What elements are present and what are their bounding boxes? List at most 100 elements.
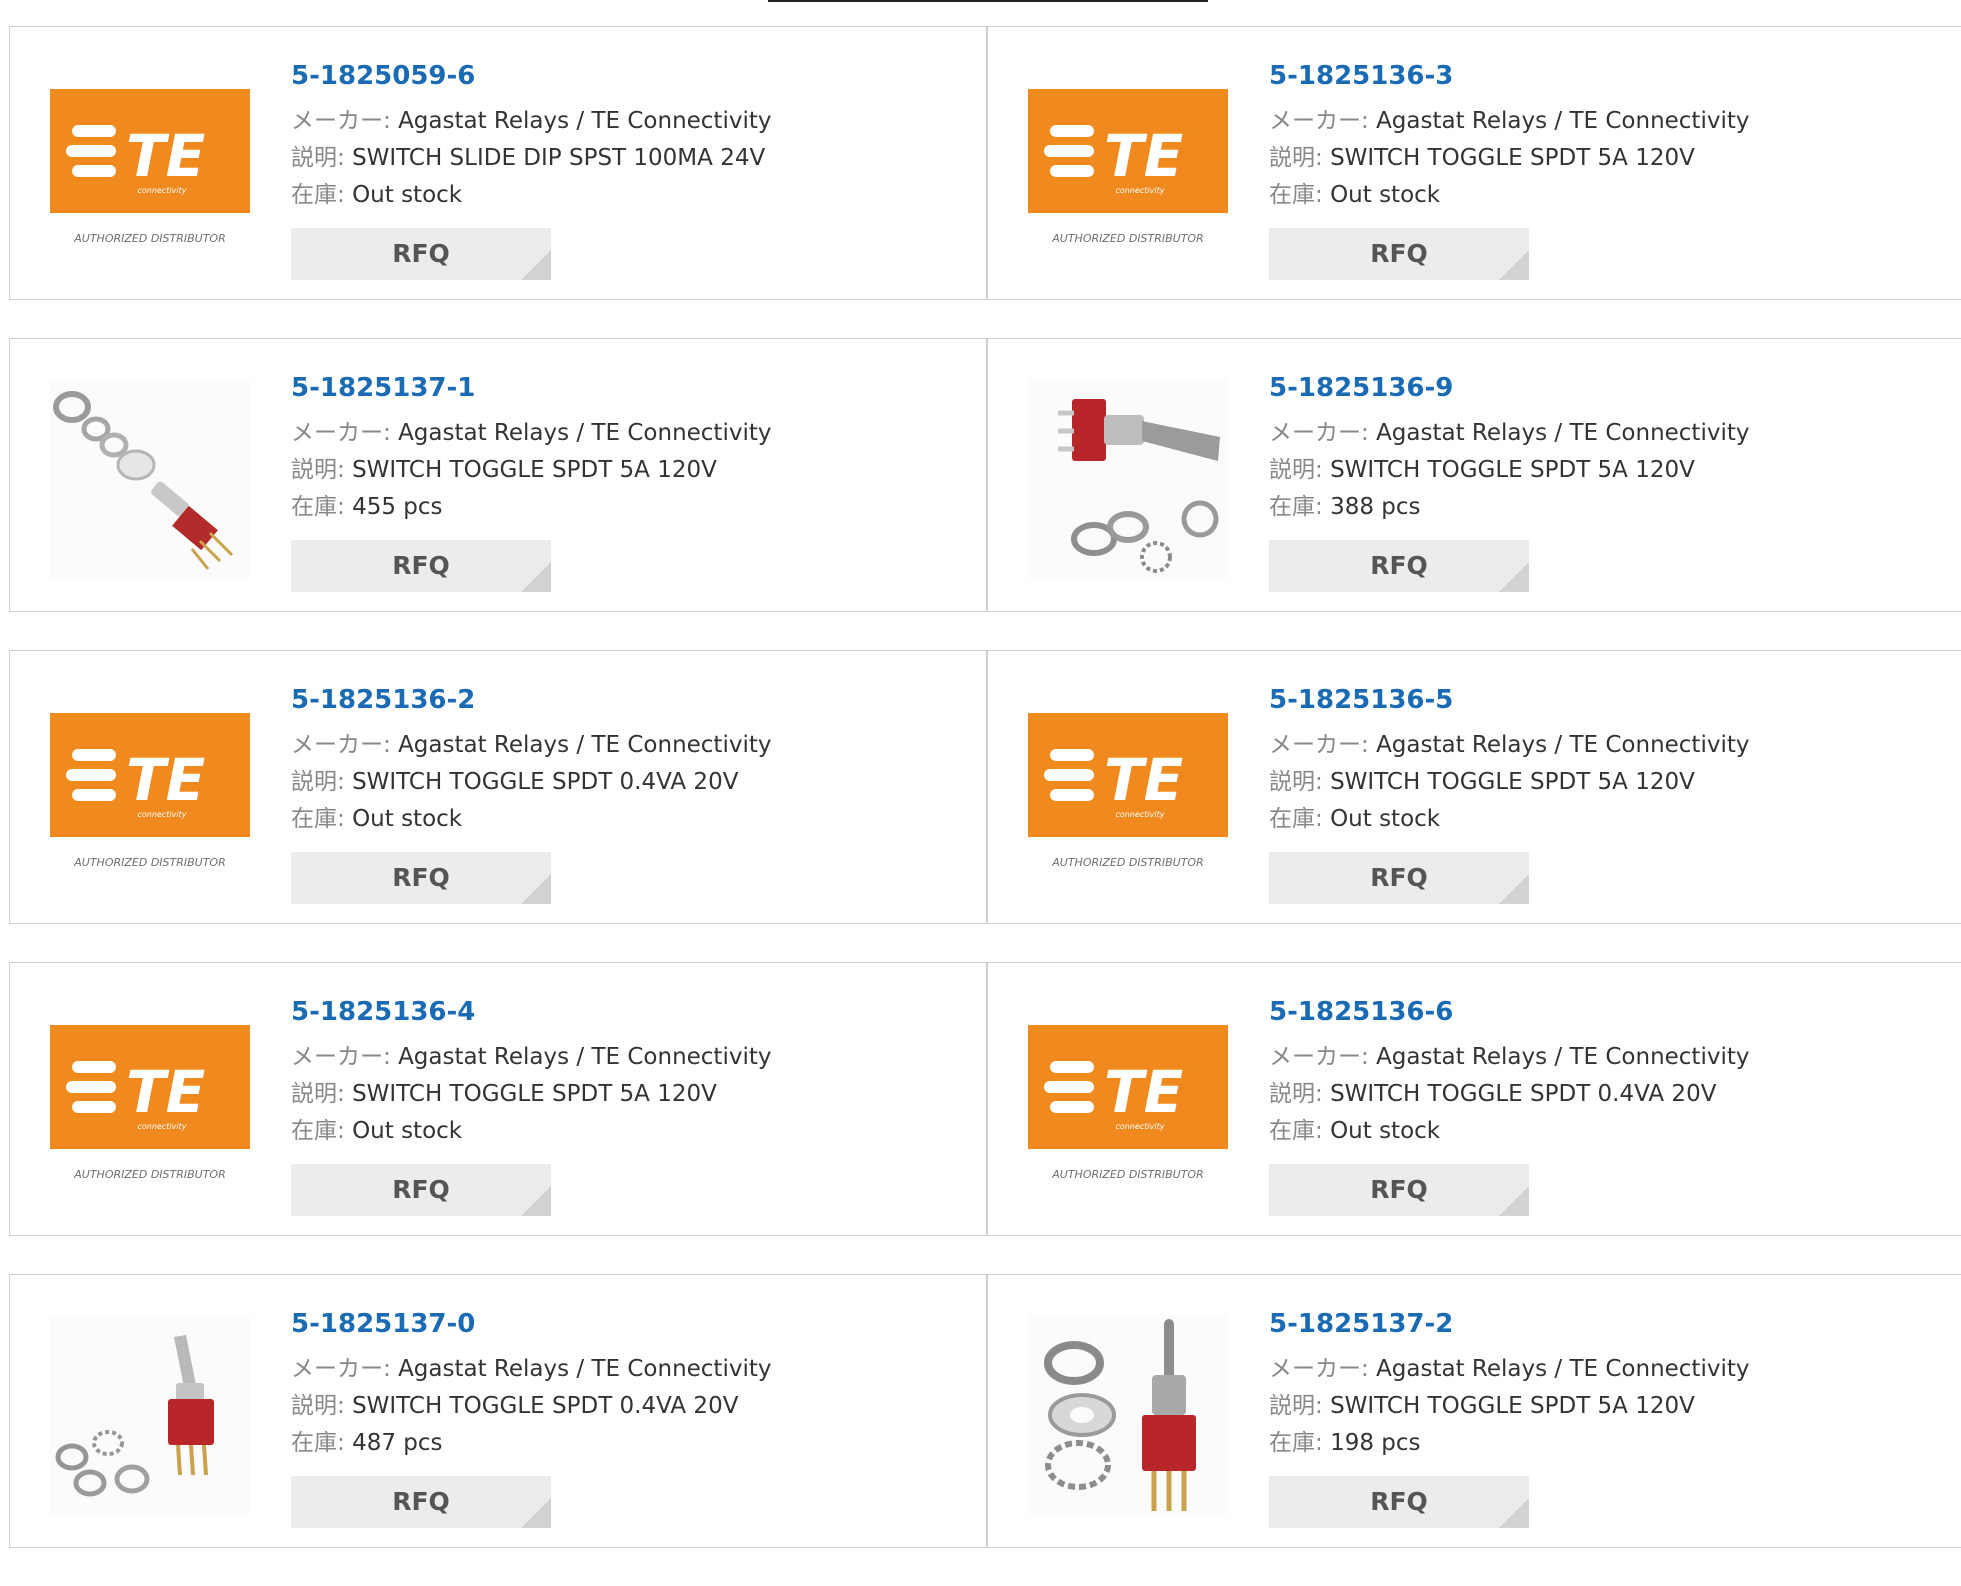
product-info: 5-1825136-2 メーカー: Agastat Relays / TE Co… bbox=[291, 683, 771, 838]
manufacturer-value: Agastat Relays / TE Connectivity bbox=[398, 420, 772, 446]
stock-field: 在庫: Out stock bbox=[1269, 177, 1749, 214]
part-number-link[interactable]: 5-1825137-2 bbox=[1269, 1307, 1749, 1341]
product-info: 5-1825059-6 メーカー: Agastat Relays / TE Co… bbox=[291, 59, 771, 214]
manufacturer-value: Agastat Relays / TE Connectivity bbox=[1376, 108, 1750, 134]
part-number-link[interactable]: 5-1825137-0 bbox=[291, 1307, 771, 1341]
stock-value: 388 pcs bbox=[1330, 494, 1421, 520]
te-connectivity-logo[interactable]: TE connectivity AUTHORIZED DISTRIBUTOR bbox=[50, 67, 250, 267]
top-divider bbox=[768, 0, 1208, 2]
description-label: 説明: bbox=[1269, 769, 1323, 795]
description-label: 説明: bbox=[291, 1081, 345, 1107]
description-value: SWITCH TOGGLE SPDT 5A 120V bbox=[352, 1081, 717, 1107]
part-number-link[interactable]: 5-1825136-4 bbox=[291, 995, 771, 1029]
description-field: 説明: SWITCH SLIDE DIP SPST 100MA 24V bbox=[291, 140, 771, 177]
manufacturer-value: Agastat Relays / TE Connectivity bbox=[1376, 420, 1750, 446]
rfq-corner-decoration bbox=[1499, 562, 1529, 592]
rfq-label: RFQ bbox=[1370, 1487, 1428, 1516]
part-number-link[interactable]: 5-1825136-5 bbox=[1269, 683, 1749, 717]
part-number-link[interactable]: 5-1825059-6 bbox=[291, 59, 771, 93]
stock-value: 455 pcs bbox=[352, 494, 443, 520]
product-row: TE connectivity AUTHORIZED DISTRIBUTOR 5… bbox=[9, 962, 1961, 1236]
manufacturer-field: メーカー: Agastat Relays / TE Connectivity bbox=[291, 1351, 771, 1388]
te-connectivity-logo[interactable]: TE connectivity AUTHORIZED DISTRIBUTOR bbox=[1028, 67, 1228, 267]
logo-tagline: connectivity bbox=[1116, 1122, 1165, 1131]
logo-tagline: connectivity bbox=[138, 1122, 187, 1131]
rfq-button[interactable]: RFQ bbox=[1269, 228, 1529, 280]
manufacturer-field: メーカー: Agastat Relays / TE Connectivity bbox=[291, 727, 771, 764]
logo-tagline: connectivity bbox=[138, 186, 187, 195]
stock-label: 在庫: bbox=[291, 1118, 345, 1144]
manufacturer-label: メーカー: bbox=[1269, 108, 1369, 134]
manufacturer-label: メーカー: bbox=[291, 1044, 391, 1070]
stock-field: 在庫: 487 pcs bbox=[291, 1425, 771, 1462]
product-card: TE connectivity AUTHORIZED DISTRIBUTOR 5… bbox=[987, 26, 1961, 300]
manufacturer-field: メーカー: Agastat Relays / TE Connectivity bbox=[1269, 1351, 1749, 1388]
rfq-corner-decoration bbox=[521, 562, 551, 592]
product-card: 5-1825137-0 メーカー: Agastat Relays / TE Co… bbox=[9, 1274, 987, 1548]
rfq-label: RFQ bbox=[1370, 863, 1428, 892]
description-value: SWITCH TOGGLE SPDT 0.4VA 20V bbox=[352, 1393, 739, 1419]
product-card: TE connectivity AUTHORIZED DISTRIBUTOR 5… bbox=[9, 26, 987, 300]
manufacturer-label: メーカー: bbox=[291, 108, 391, 134]
description-field: 説明: SWITCH TOGGLE SPDT 0.4VA 20V bbox=[291, 1388, 771, 1425]
manufacturer-field: メーカー: Agastat Relays / TE Connectivity bbox=[1269, 727, 1749, 764]
description-field: 説明: SWITCH TOGGLE SPDT 5A 120V bbox=[1269, 764, 1749, 801]
rfq-label: RFQ bbox=[1370, 1175, 1428, 1204]
te-connectivity-logo[interactable]: TE connectivity AUTHORIZED DISTRIBUTOR bbox=[50, 1003, 250, 1203]
toggle-switch-image[interactable] bbox=[1028, 379, 1228, 579]
stock-label: 在庫: bbox=[291, 494, 345, 520]
product-card: TE connectivity AUTHORIZED DISTRIBUTOR 5… bbox=[987, 962, 1961, 1236]
description-value: SWITCH TOGGLE SPDT 5A 120V bbox=[1330, 769, 1695, 795]
product-grid: TE connectivity AUTHORIZED DISTRIBUTOR 5… bbox=[9, 26, 1961, 1586]
description-field: 説明: SWITCH TOGGLE SPDT 5A 120V bbox=[291, 452, 771, 489]
rfq-corner-decoration bbox=[1499, 250, 1529, 280]
description-value: SWITCH TOGGLE SPDT 5A 120V bbox=[1330, 1393, 1695, 1419]
product-card: 5-1825137-1 メーカー: Agastat Relays / TE Co… bbox=[9, 338, 987, 612]
stock-label: 在庫: bbox=[1269, 1430, 1323, 1456]
product-info: 5-1825136-4 メーカー: Agastat Relays / TE Co… bbox=[291, 995, 771, 1150]
product-row: TE connectivity AUTHORIZED DISTRIBUTOR 5… bbox=[9, 650, 1961, 924]
description-label: 説明: bbox=[291, 145, 345, 171]
product-info: 5-1825136-3 メーカー: Agastat Relays / TE Co… bbox=[1269, 59, 1749, 214]
stock-label: 在庫: bbox=[1269, 182, 1323, 208]
description-value: SWITCH SLIDE DIP SPST 100MA 24V bbox=[352, 145, 766, 171]
logo-caption: AUTHORIZED DISTRIBUTOR bbox=[73, 1168, 226, 1181]
description-value: SWITCH TOGGLE SPDT 5A 120V bbox=[1330, 145, 1695, 171]
part-number-link[interactable]: 5-1825136-3 bbox=[1269, 59, 1749, 93]
toggle-switch-image[interactable] bbox=[50, 379, 250, 579]
rfq-corner-decoration bbox=[1499, 874, 1529, 904]
rfq-button[interactable]: RFQ bbox=[291, 228, 551, 280]
rfq-button[interactable]: RFQ bbox=[1269, 1164, 1529, 1216]
description-label: 説明: bbox=[1269, 1393, 1323, 1419]
rfq-button[interactable]: RFQ bbox=[1269, 852, 1529, 904]
description-field: 説明: SWITCH TOGGLE SPDT 0.4VA 20V bbox=[291, 764, 771, 801]
rfq-label: RFQ bbox=[392, 1487, 450, 1516]
part-number-link[interactable]: 5-1825137-1 bbox=[291, 371, 771, 405]
part-number-link[interactable]: 5-1825136-6 bbox=[1269, 995, 1749, 1029]
rfq-button[interactable]: RFQ bbox=[1269, 1476, 1529, 1528]
rfq-button[interactable]: RFQ bbox=[291, 852, 551, 904]
logo-caption: AUTHORIZED DISTRIBUTOR bbox=[1051, 232, 1204, 245]
description-field: 説明: SWITCH TOGGLE SPDT 0.4VA 20V bbox=[1269, 1076, 1749, 1113]
part-number-link[interactable]: 5-1825136-9 bbox=[1269, 371, 1749, 405]
rfq-button[interactable]: RFQ bbox=[1269, 540, 1529, 592]
rfq-corner-decoration bbox=[1499, 1498, 1529, 1528]
te-connectivity-logo[interactable]: TE connectivity AUTHORIZED DISTRIBUTOR bbox=[1028, 691, 1228, 891]
manufacturer-value: Agastat Relays / TE Connectivity bbox=[1376, 1356, 1750, 1382]
description-value: SWITCH TOGGLE SPDT 0.4VA 20V bbox=[1330, 1081, 1717, 1107]
rfq-button[interactable]: RFQ bbox=[291, 1476, 551, 1528]
product-row: 5-1825137-0 メーカー: Agastat Relays / TE Co… bbox=[9, 1274, 1961, 1548]
manufacturer-label: メーカー: bbox=[291, 1356, 391, 1382]
part-number-link[interactable]: 5-1825136-2 bbox=[291, 683, 771, 717]
stock-label: 在庫: bbox=[291, 182, 345, 208]
te-connectivity-logo[interactable]: TE connectivity AUTHORIZED DISTRIBUTOR bbox=[50, 691, 250, 891]
description-field: 説明: SWITCH TOGGLE SPDT 5A 120V bbox=[291, 1076, 771, 1113]
rfq-button[interactable]: RFQ bbox=[291, 1164, 551, 1216]
toggle-switch-image[interactable] bbox=[50, 1315, 250, 1515]
toggle-switch-image[interactable] bbox=[1028, 1315, 1228, 1515]
manufacturer-field: メーカー: Agastat Relays / TE Connectivity bbox=[1269, 103, 1749, 140]
rfq-button[interactable]: RFQ bbox=[291, 540, 551, 592]
te-connectivity-logo[interactable]: TE connectivity AUTHORIZED DISTRIBUTOR bbox=[1028, 1003, 1228, 1203]
rfq-corner-decoration bbox=[521, 1498, 551, 1528]
description-field: 説明: SWITCH TOGGLE SPDT 5A 120V bbox=[1269, 452, 1749, 489]
